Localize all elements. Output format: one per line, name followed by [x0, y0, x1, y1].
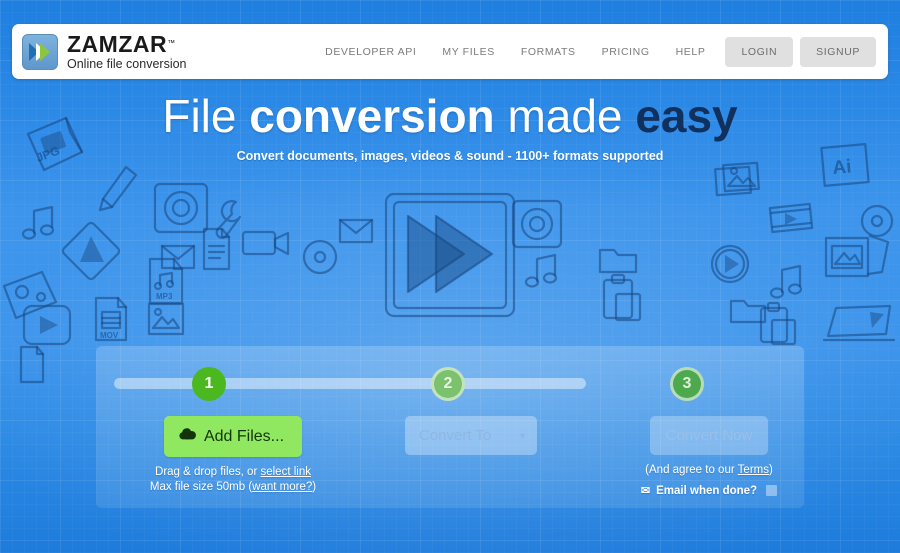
step-2-column: Convert To ▼: [366, 416, 576, 455]
play-circle-icon: [22, 304, 72, 346]
step-2-indicator[interactable]: 2: [431, 367, 465, 401]
terms-link[interactable]: Terms: [738, 464, 769, 476]
film-strip-icon: [768, 202, 814, 234]
picture-frame-icon: [824, 234, 890, 278]
page-title: File conversion made easy: [0, 92, 900, 140]
zamzar-chevron-logo-icon: [22, 33, 58, 70]
nav-formats[interactable]: FORMATS: [508, 40, 589, 64]
svg-text:MP3: MP3: [156, 292, 173, 301]
disc-icon: [302, 239, 338, 275]
convert-now-button[interactable]: Convert Now: [649, 416, 769, 455]
hero-section: File conversion made easy Convert docume…: [0, 92, 900, 163]
play-triangle-icon: [61, 221, 121, 281]
document-icon: [19, 345, 45, 384]
photos-stack-icon: [714, 161, 760, 197]
camera-lens-icon: [153, 182, 209, 234]
video-camera-icon: [241, 230, 290, 256]
hero-subheadline: Convert documents, images, videos & soun…: [236, 149, 664, 164]
step-3-column: Convert Now (And agree to our Terms) ✉ E…: [604, 416, 814, 499]
nav-pricing[interactable]: PRICING: [589, 40, 663, 64]
svg-text:MOV: MOV: [100, 331, 119, 340]
camera-lens-icon: [511, 199, 563, 249]
brand-name: ZAMZAR: [67, 30, 168, 57]
site-header: ZAMZAR™ Online file conversion DEVELOPER…: [12, 24, 888, 79]
step-1-indicator[interactable]: 1: [192, 367, 226, 401]
drag-drop-hint: Drag & drop files, or select link: [128, 466, 338, 478]
document-icon: [202, 227, 231, 271]
envelope-icon: ✉: [640, 485, 651, 497]
max-size-hint: Max file size 50mb (want more?): [128, 481, 338, 493]
max-size-suffix: ): [312, 481, 317, 493]
terms-suffix: ): [768, 464, 773, 476]
drag-drop-hint-text: Drag & drop files, or: [155, 466, 261, 478]
add-files-button[interactable]: Add Files...: [163, 416, 303, 457]
music-note-icon: [769, 264, 803, 299]
mov-file-icon: MOV: [94, 296, 128, 342]
play-circle-icon: [710, 244, 750, 284]
brand-tagline: Online file conversion: [67, 56, 187, 71]
envelope-icon: [338, 218, 374, 244]
nav-help[interactable]: HELP: [663, 40, 719, 64]
cloud-upload-icon: [178, 426, 197, 447]
music-note-icon: [22, 205, 55, 240]
step-3-indicator[interactable]: 3: [670, 367, 704, 401]
main-navigation: DEVELOPER API MY FILES FORMATS PRICING H…: [312, 36, 876, 67]
page-root: JPG MP3 MOV Ai ZAMZAR™ Online file conve…: [0, 0, 900, 553]
chevron-down-icon: ▼: [518, 430, 527, 441]
clipboard-icon: [759, 301, 797, 346]
nav-my-files[interactable]: MY FILES: [429, 40, 507, 64]
signup-button[interactable]: SIGNUP: [800, 36, 876, 67]
select-link[interactable]: select link: [260, 466, 311, 478]
brand-trademark: ™: [167, 38, 176, 48]
mp3-file-icon: MP3: [148, 257, 184, 305]
brand-logo[interactable]: ZAMZAR™ Online file conversion: [22, 30, 187, 71]
email-when-done-checkbox[interactable]: [766, 485, 778, 496]
headline-part-3: made: [494, 90, 636, 142]
login-button[interactable]: LOGIN: [725, 36, 794, 67]
step-1-column: Add Files... Drag & drop files, or selec…: [128, 416, 338, 493]
cassette-tape-icon: [2, 270, 58, 320]
email-when-done-label: Email when done?: [656, 484, 758, 497]
laptop-icon: [822, 304, 896, 342]
nav-developer-api[interactable]: DEVELOPER API: [312, 40, 429, 64]
photo-icon: [147, 302, 185, 336]
folder-icon: [598, 248, 638, 274]
email-when-done-row: ✉ Email when done?: [640, 484, 778, 497]
add-files-label: Add Files...: [203, 427, 285, 445]
folder-icon: [729, 299, 767, 324]
terms-hint: (And agree to our Terms): [604, 464, 814, 476]
max-size-text: Max file size 50mb (: [149, 481, 253, 493]
music-note-icon: [524, 253, 558, 288]
convert-to-select[interactable]: Convert To ▼: [405, 416, 537, 455]
clipboard-icon: [602, 273, 642, 322]
disc-icon: [860, 204, 894, 238]
headline-part-4: easy: [635, 90, 738, 142]
play-triangles-sketch: [384, 192, 516, 318]
progress-rail: [114, 378, 586, 389]
want-more-link[interactable]: want more?: [252, 481, 312, 493]
headline-part-1: File: [162, 90, 250, 142]
convert-to-value: Convert To: [419, 427, 492, 444]
terms-prefix: (And agree to our: [645, 464, 738, 476]
wrench-icon: [215, 200, 242, 239]
pencil-icon: [98, 165, 138, 212]
headline-part-2: conversion: [249, 90, 495, 142]
envelope-icon: [160, 244, 196, 270]
